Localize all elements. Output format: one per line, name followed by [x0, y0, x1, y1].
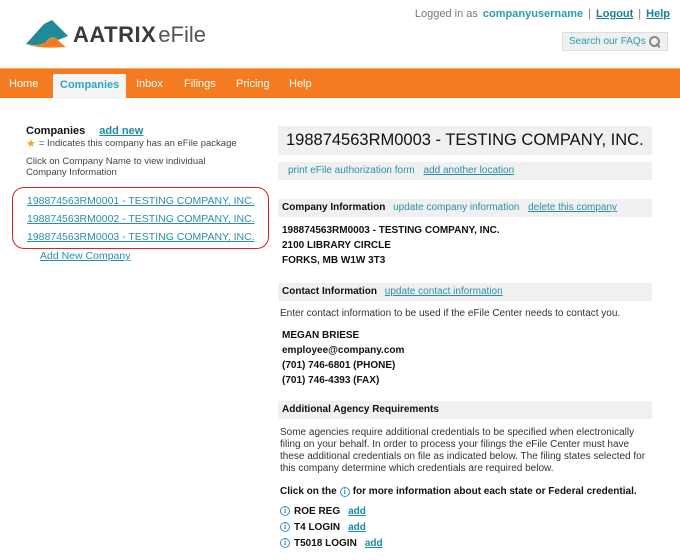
contact-details: MEGAN BRIESE employee@company.com (701) … [278, 328, 652, 388]
company-name-line: 198874563RM0003 - TESTING COMPANY, INC. [282, 225, 500, 236]
nav-pricing[interactable]: Pricing [229, 69, 277, 99]
nav-inbox[interactable]: Inbox [129, 69, 170, 99]
address-city: FORKS, MB W1W 3T3 [282, 255, 386, 266]
company-address: 198874563RM0003 - TESTING COMPANY, INC. … [278, 223, 652, 268]
nav-home[interactable]: Home [2, 69, 45, 99]
page-title: 198874563RM0003 - TESTING COMPANY, INC. [278, 126, 652, 155]
star-icon: ★ [26, 137, 36, 150]
credential-row: i T4 LOGIN add [278, 519, 652, 535]
help-link[interactable]: Help [646, 8, 670, 20]
company-detail: 198874563RM0003 - TESTING COMPANY, INC. … [278, 126, 652, 551]
companies-sidebar: Companies add new ★ = Indicates this com… [26, 125, 271, 178]
faq-search-box[interactable] [562, 32, 668, 51]
nav-help[interactable]: Help [282, 69, 319, 99]
logo-mark-icon [26, 20, 68, 48]
contact-phone: (701) 746-6801 (PHONE) [282, 360, 396, 371]
company-link[interactable]: 198874563RM0001 - TESTING COMPANY, INC. [27, 195, 255, 207]
nav-filings[interactable]: Filings [177, 69, 223, 99]
logout-link[interactable]: Logout [596, 8, 633, 20]
contact-name: MEGAN BRIESE [282, 330, 360, 341]
nav-companies[interactable]: Companies [53, 74, 127, 99]
contact-intro-text: Enter contact information to be used if … [280, 308, 621, 319]
logo-product-name: eFile [158, 22, 206, 47]
add-credential-link[interactable]: add [348, 506, 366, 517]
credential-list: i ROE REG add i T4 LOGIN add i T5018 LOG… [278, 503, 652, 551]
agency-requirements-header: Additional Agency Requirements [278, 401, 652, 419]
efile-package-legend: ★ = Indicates this company has an eFile … [26, 138, 271, 149]
credential-name: T5018 LOGIN [294, 537, 357, 549]
info-icon[interactable]: i [280, 538, 290, 548]
main-nav: Home Companies Inbox Filings Pricing Hel… [0, 68, 680, 99]
add-new-link[interactable]: add new [99, 125, 143, 137]
logged-in-label: Logged in as [414, 8, 478, 20]
company-link[interactable]: 198874563RM0003 - TESTING COMPANY, INC. [27, 231, 255, 243]
company-actions: print eFile authorization form add anoth… [278, 162, 652, 180]
info-icon[interactable]: i [280, 522, 290, 532]
search-icon[interactable] [649, 35, 661, 48]
username: companyusername [482, 8, 584, 20]
update-contact-info-link[interactable]: update contact information [385, 286, 503, 297]
print-authorization-form-link[interactable]: print eFile authorization form [288, 165, 415, 176]
company-link[interactable]: 198874563RM0002 - TESTING COMPANY, INC. [27, 213, 255, 225]
info-instruction: Click on the i for more information abou… [278, 486, 652, 497]
separator: | [638, 8, 642, 20]
update-company-info-link[interactable]: update company information [393, 202, 519, 213]
aatrix-logo[interactable]: AATRIX eFile [24, 18, 206, 48]
company-list-highlight: 198874563RM0001 - TESTING COMPANY, INC. … [12, 187, 269, 249]
credential-name: T4 LOGIN [294, 521, 341, 533]
agency-requirements-text: Some agencies require additional credent… [280, 427, 646, 474]
sidebar-title: Companies [26, 125, 86, 137]
faq-search-input[interactable] [569, 36, 649, 47]
credential-row: i T5018 LOGIN add [278, 535, 652, 551]
separator: | [588, 8, 592, 20]
address-street: 2100 LIBRARY CIRCLE [282, 240, 391, 251]
delete-company-link[interactable]: delete this company [528, 202, 617, 213]
instruction-prefix: Click on the [280, 486, 337, 497]
user-bar: Logged in as companyusername | Logout | … [415, 8, 670, 20]
add-another-location-link[interactable]: add another location [424, 165, 515, 176]
contact-email: employee@company.com [282, 345, 405, 356]
add-credential-link[interactable]: add [365, 538, 383, 549]
instruction-suffix: for more information about each state or… [352, 486, 637, 497]
section-heading: Additional Agency Requirements [282, 404, 439, 415]
add-credential-link[interactable]: add [348, 522, 366, 533]
contact-fax: (701) 746-4393 (FAX) [282, 375, 380, 386]
contact-info-header: Contact Information update contact infor… [278, 283, 652, 301]
section-heading: Contact Information [282, 286, 377, 297]
add-new-company-link[interactable]: Add New Company [40, 250, 130, 262]
credential-name: ROE REG [294, 505, 341, 517]
company-info-header: Company Information update company infor… [278, 199, 652, 217]
credential-row: i ROE REG add [278, 503, 652, 519]
logo-brand-name: AATRIX [73, 22, 157, 47]
info-icon: i [339, 486, 350, 497]
legend-text: = Indicates this company has an eFile pa… [38, 138, 237, 149]
sidebar-hint: Click on Company Name to view individual… [26, 156, 206, 178]
section-heading: Company Information [282, 202, 386, 213]
info-icon[interactable]: i [280, 506, 290, 516]
